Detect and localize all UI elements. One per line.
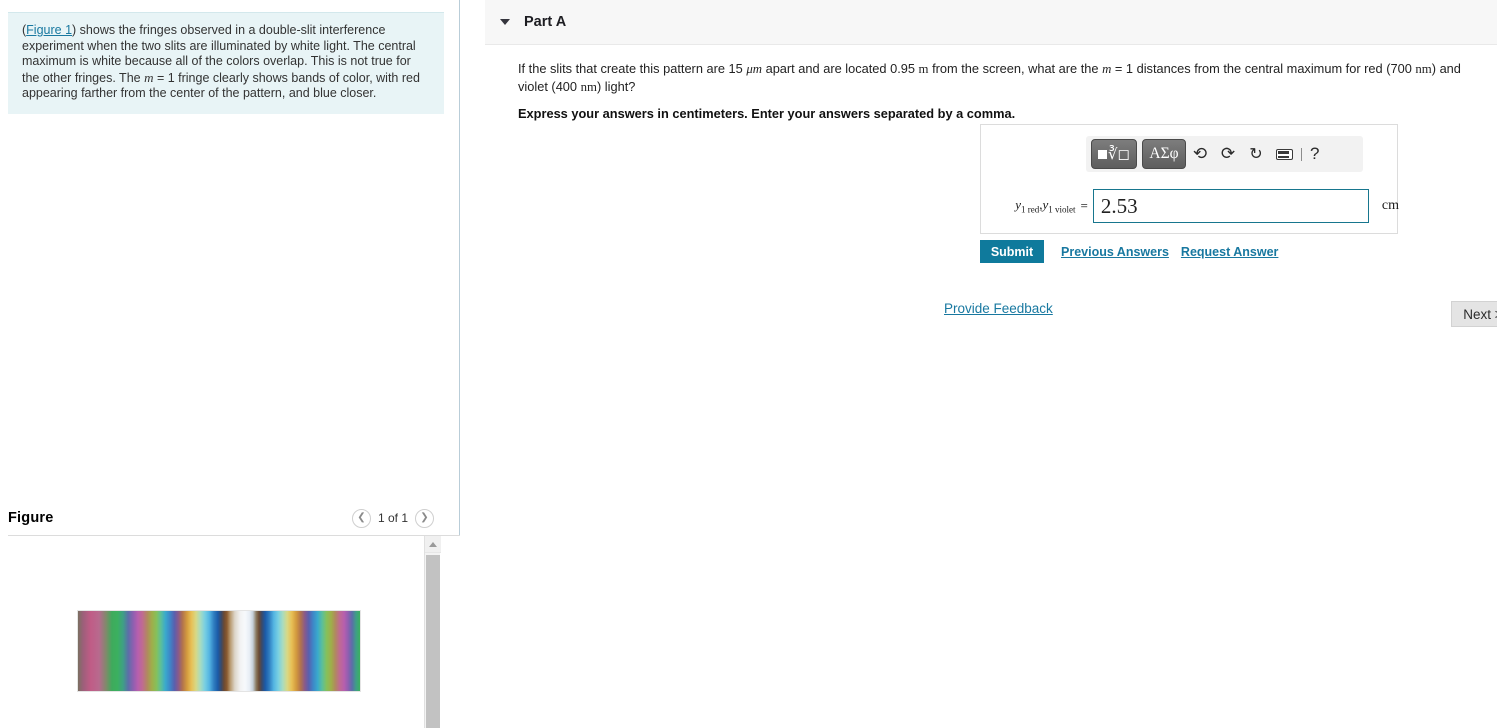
figure-body (8, 535, 460, 728)
filled-square-icon (1097, 149, 1107, 159)
refresh-icon[interactable]: ↻ (1242, 139, 1270, 169)
q-seg1: If the slits that create this pattern ar… (518, 61, 747, 76)
part-a-header[interactable]: Part A (485, 0, 1497, 45)
left-panel: (Figure 1) shows the fringes observed in… (0, 0, 460, 728)
label-sub-red: 1 red (1021, 204, 1040, 215)
q-seg4: = 1 distances from the central maximum f… (1111, 61, 1416, 76)
fringe-pattern-svg (78, 611, 360, 691)
part-title: Part A (524, 14, 567, 30)
math-toolbar: ∛◻ ΑΣφ ⟲ ⟳ ↻ ? (1086, 136, 1363, 172)
q-seg6: ) light? (596, 79, 636, 94)
figure-header: Figure ❮ 1 of 1 ❯ (8, 503, 444, 533)
nth-root-icon: ∛◻ (1107, 146, 1130, 163)
answer-input[interactable] (1092, 189, 1369, 223)
q-unit-meter: m (918, 62, 929, 76)
figure-title: Figure (8, 510, 54, 526)
right-panel: Part A If the slits that create this pat… (461, 0, 1497, 728)
help-button[interactable]: ? (1310, 144, 1319, 164)
answer-variable-label: y1 red,y1 violet (981, 197, 1076, 215)
problem-intro-box: (Figure 1) shows the fringes observed in… (8, 12, 444, 114)
redo-arrow-icon[interactable]: ⟳ (1214, 139, 1242, 169)
keyboard-icon (1275, 148, 1293, 160)
answer-card: ∛◻ ΑΣφ ⟲ ⟳ ↻ ? y1 red,y1 violet = cm (980, 124, 1399, 234)
chevron-left-icon: ❮ (357, 512, 366, 523)
answer-row: y1 red,y1 violet = cm (981, 185, 1399, 227)
q-m-symbol: m (1102, 62, 1112, 76)
scrollbar-thumb[interactable] (426, 555, 440, 728)
figure-prev-button[interactable]: ❮ (351, 508, 371, 528)
figure-scrollbar[interactable] (424, 536, 441, 728)
interference-fringe-image (77, 610, 361, 692)
question-text: If the slits that create this pattern ar… (518, 60, 1486, 96)
q-unit-micrometer: μm (746, 62, 763, 76)
question-block: If the slits that create this pattern ar… (518, 60, 1486, 121)
caret-down-icon[interactable] (500, 19, 510, 25)
request-answer-link[interactable]: Request Answer (1181, 245, 1278, 259)
answer-unit-label: cm (1381, 198, 1399, 213)
q-unit-nm-red: nm (1415, 62, 1432, 76)
provide-feedback-link[interactable]: Provide Feedback (944, 301, 1053, 316)
q-unit-nm-violet: nm (580, 80, 597, 94)
triangle-up-icon (429, 541, 437, 547)
greek-symbols-button[interactable]: ΑΣφ (1142, 139, 1186, 169)
figure-page-indicator: 1 of 1 (377, 511, 408, 525)
label-sub-violet: 1 violet (1048, 204, 1076, 215)
next-button[interactable]: Next > (1451, 301, 1497, 327)
equals-sign: = (1080, 198, 1088, 213)
undo-arrow-icon[interactable]: ⟲ (1186, 139, 1214, 169)
submit-button[interactable]: Submit (980, 240, 1044, 263)
keyboard-button[interactable] (1270, 139, 1298, 169)
q-seg3: from the screen, what are the (928, 61, 1103, 76)
answer-instruction: Express your answers in centimeters. Ent… (518, 106, 1016, 121)
toolbar-divider (1301, 147, 1302, 161)
scroll-up-button[interactable] (425, 536, 441, 553)
template-radical-button[interactable]: ∛◻ (1091, 139, 1137, 169)
figure-next-button[interactable]: ❯ (415, 508, 434, 528)
action-row: Submit Previous Answers Request Answer (980, 240, 1278, 263)
page-root: (Figure 1) shows the fringes observed in… (0, 0, 1497, 728)
figure-navigation: ❮ 1 of 1 ❯ (351, 503, 434, 533)
chevron-right-icon: ❯ (420, 512, 429, 523)
previous-answers-link[interactable]: Previous Answers (1061, 245, 1169, 259)
figure-1-link[interactable]: Figure 1 (26, 23, 72, 37)
figure-canvas (8, 536, 429, 728)
q-seg2: apart and are located 0.95 (762, 61, 919, 76)
